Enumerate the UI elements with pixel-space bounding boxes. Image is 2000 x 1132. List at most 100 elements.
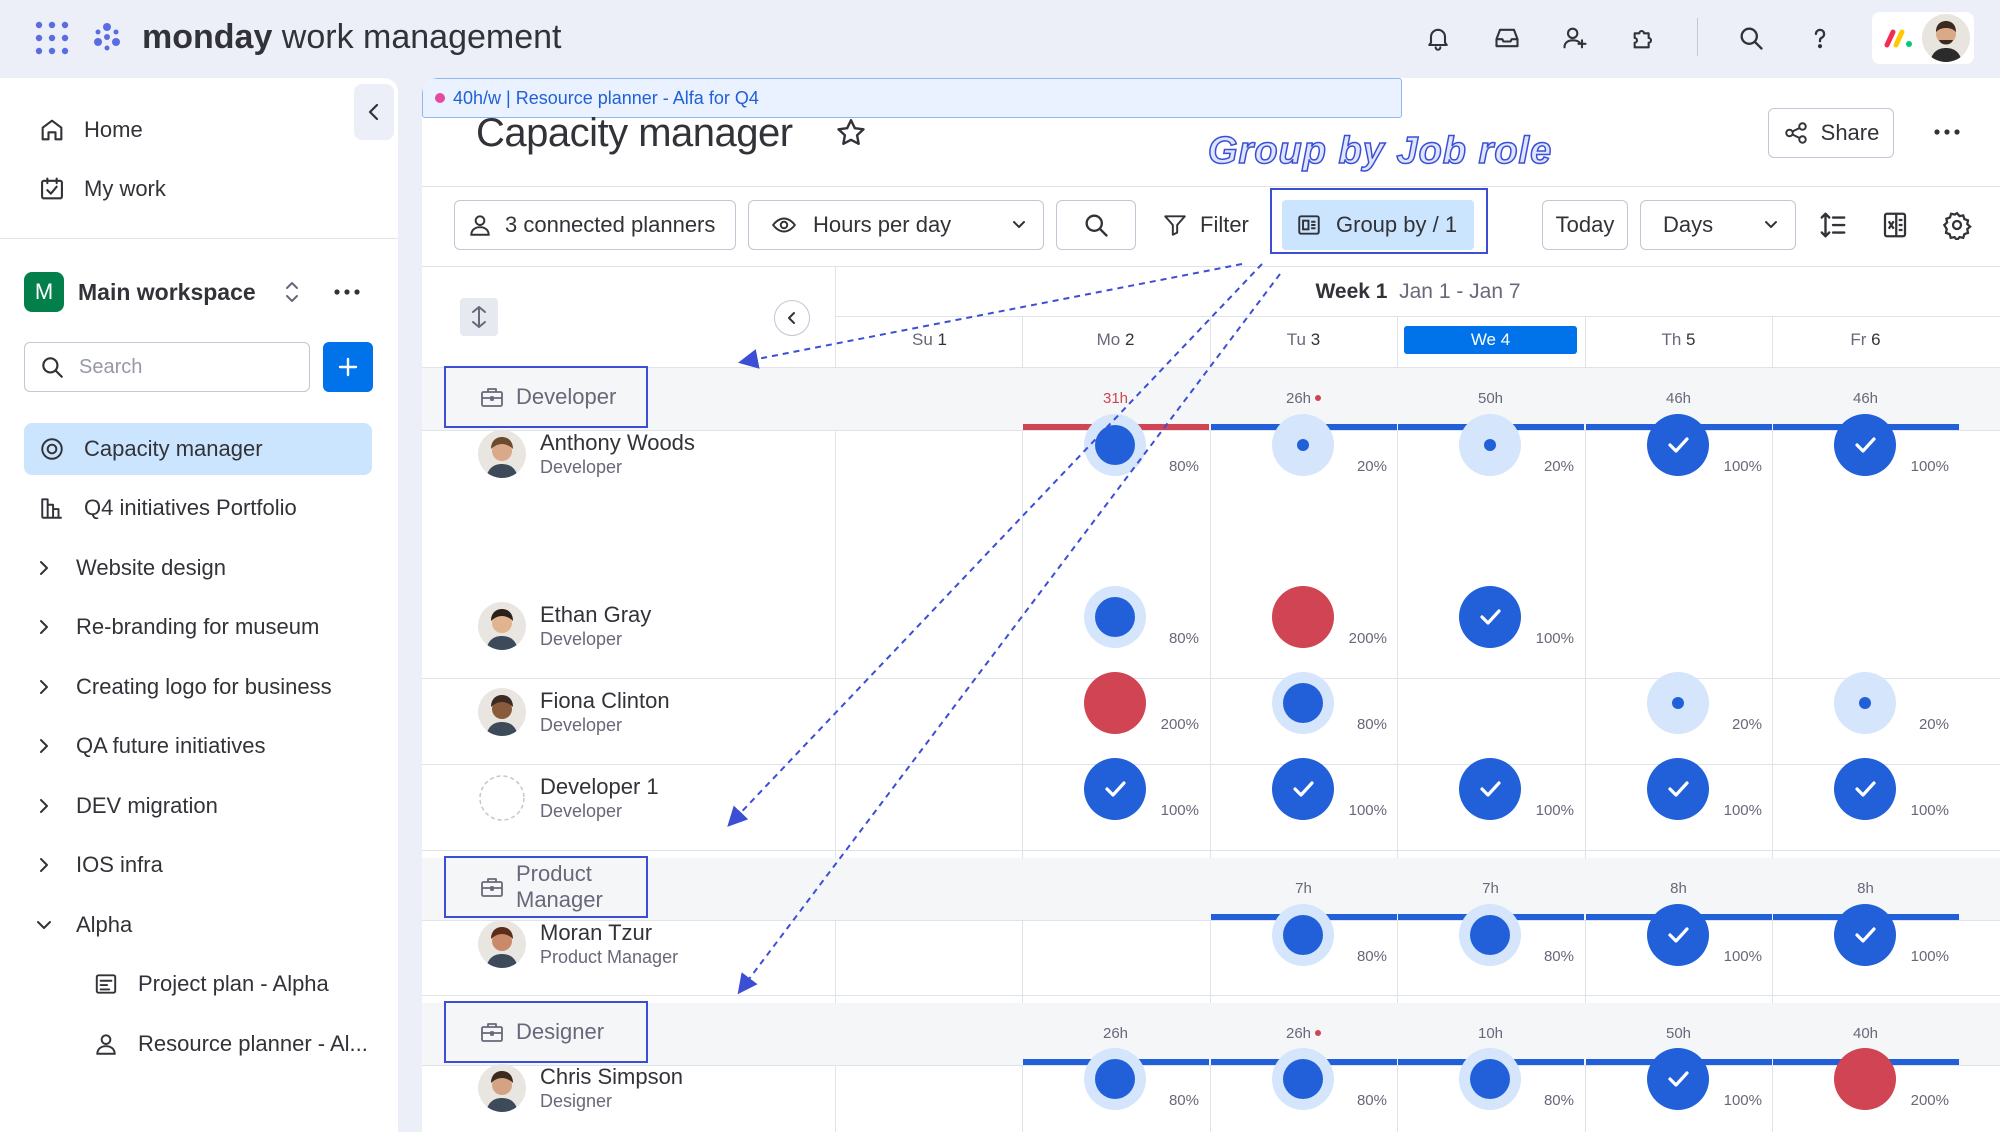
sidebar-item-project-plan-alpha[interactable]: Project plan - Alpha [78, 958, 372, 1010]
group-label-designer[interactable]: Designer [444, 1001, 648, 1063]
sidebar-item-qa-future[interactable]: QA future initiatives [24, 720, 372, 772]
capacity-cell[interactable]: 100% [1210, 750, 1397, 830]
share-button[interactable]: Share [1768, 108, 1894, 158]
row-height-icon[interactable] [1818, 210, 1848, 240]
capacity-cell[interactable]: 100% [1585, 750, 1772, 830]
sidebar-item-resource-planner[interactable]: Resource planner - Al... [78, 1018, 372, 1070]
person-role: Developer [540, 457, 623, 477]
capacity-cell[interactable]: 20% [1585, 664, 1772, 744]
capacity-cell[interactable]: 100% [1397, 578, 1584, 658]
capacity-cell[interactable]: 80% [1210, 896, 1397, 976]
capacity-cell[interactable]: 100% [1022, 750, 1209, 830]
today-button[interactable]: Today [1542, 200, 1628, 250]
capacity-cell[interactable]: 80% [1022, 406, 1209, 486]
help-icon[interactable] [1802, 20, 1838, 56]
account-menu[interactable] [1872, 12, 1974, 64]
person-role: Product Manager [540, 947, 679, 967]
sidebar-item-alpha[interactable]: Alpha [24, 899, 372, 951]
nav-my-work[interactable]: My work [24, 163, 372, 215]
capacity-percent: 20% [1731, 716, 1762, 733]
workspace-switch-icon[interactable] [280, 278, 304, 306]
capacity-cell[interactable]: 100% [1585, 406, 1772, 486]
collapse-panel-button[interactable] [774, 300, 810, 336]
person-developer-1[interactable]: Developer 1 Developer [478, 774, 659, 822]
sidebar-item-website-design[interactable]: Website design [24, 542, 372, 594]
more-icon[interactable] [1932, 124, 1962, 140]
person-anthony-woods[interactable]: Anthony Woods Developer [478, 430, 695, 478]
capacity-cell[interactable]: 200% [1210, 578, 1397, 658]
capacity-cell[interactable]: 20% [1210, 406, 1397, 486]
search-icon[interactable] [1733, 20, 1769, 56]
bell-icon[interactable] [1420, 20, 1456, 56]
capacity-cell[interactable]: 80% [1022, 578, 1209, 658]
workspace-name[interactable]: Main workspace [78, 274, 256, 310]
person-chris-simpson[interactable]: Chris Simpson Designer [478, 1064, 683, 1112]
capacity-cell[interactable]: 80% [1397, 1040, 1584, 1120]
sidebar-item-q4-portfolio[interactable]: Q4 initiatives Portfolio [24, 482, 372, 534]
apps-grid-icon[interactable] [34, 20, 70, 56]
inbox-icon[interactable] [1489, 20, 1525, 56]
day-label-mo: Mo 2 [1096, 330, 1135, 349]
person-moran-tzur[interactable]: Moran Tzur Product Manager [478, 920, 678, 968]
sidebar-item-re-branding[interactable]: Re-branding for museum [24, 601, 372, 653]
chevron-right-icon[interactable] [34, 677, 54, 697]
capacity-indicator [1084, 586, 1146, 648]
sidebar-item-capacity-manager[interactable]: Capacity manager [24, 423, 372, 475]
settings-icon[interactable] [1942, 210, 1972, 240]
sidebar-item-ios-infra[interactable]: IOS infra [24, 839, 372, 891]
capacity-cell[interactable]: 100% [1585, 1040, 1772, 1120]
person-ethan-gray[interactable]: Ethan Gray Developer [478, 602, 651, 650]
group-label-text: Product Manager [516, 861, 603, 912]
view-select[interactable]: Hours per day [748, 200, 1044, 250]
capacity-cell[interactable]: 100% [1772, 750, 1959, 830]
sidebar-item-creating-logo[interactable]: Creating logo for business [24, 661, 372, 713]
capacity-cell[interactable]: 100% [1772, 896, 1959, 976]
invite-user-icon[interactable] [1557, 20, 1593, 56]
capacity-cell[interactable]: 100% [1397, 750, 1584, 830]
capacity-percent: 100% [1910, 802, 1949, 819]
capacity-cell[interactable]: 80% [1210, 1040, 1397, 1120]
group-label-developer[interactable]: Developer [444, 366, 648, 428]
excel-icon[interactable] [1880, 210, 1910, 240]
overload-dot [1315, 1030, 1322, 1036]
capacity-cell[interactable]: 80% [1397, 896, 1584, 976]
puzzle-icon[interactable] [1626, 20, 1662, 56]
sidebar-search-input[interactable]: Search [24, 342, 310, 392]
person-fiona-clinton[interactable]: Fiona Clinton Developer [478, 688, 670, 736]
nav-home[interactable]: Home [24, 104, 372, 156]
capacity-indicator [1647, 1048, 1709, 1110]
capacity-hours: 7h [1295, 880, 1312, 897]
sidebar-item-dev-migration[interactable]: DEV migration [24, 780, 372, 832]
capacity-cell[interactable]: 20% [1397, 406, 1584, 486]
add-item-button[interactable] [323, 342, 373, 392]
capacity-cell[interactable]: 100% [1772, 406, 1959, 486]
chevron-right-icon[interactable] [34, 736, 54, 756]
chevron-right-icon[interactable] [34, 617, 54, 637]
capacity-cell[interactable]: 80% [1022, 1040, 1209, 1120]
capacity-cell[interactable]: 200% [1772, 1040, 1959, 1120]
filter-button[interactable]: Filter [1162, 200, 1249, 250]
chevron-right-icon[interactable] [34, 796, 54, 816]
more-icon[interactable] [332, 284, 362, 300]
capacity-indicator [1834, 672, 1896, 734]
group-label-product-manager[interactable]: Product Manager [444, 856, 648, 918]
chevron-right-icon[interactable] [34, 855, 54, 875]
chevron-down-icon[interactable] [34, 915, 54, 935]
capacity-percent: 80% [1168, 1092, 1199, 1109]
star-icon[interactable] [834, 116, 870, 152]
avatar[interactable] [1922, 14, 1970, 62]
capacity-cell[interactable]: 80% [1210, 664, 1397, 744]
capacity-percent: 100% [1723, 802, 1762, 819]
capacity-cell[interactable]: 200% [1022, 664, 1209, 744]
group-by-button[interactable]: Group by / 1 [1282, 200, 1474, 250]
chevron-right-icon[interactable] [34, 558, 54, 578]
capacity-cell[interactable]: 100% [1585, 896, 1772, 976]
sort-button[interactable] [460, 298, 498, 336]
sidebar-item-label: Re-branding for museum [76, 614, 320, 639]
capacity-cell[interactable]: 20% [1772, 664, 1959, 744]
page-title: Capacity manager [476, 111, 793, 155]
connected-planners-button[interactable]: 3 connected planners [454, 200, 736, 250]
scale-select[interactable]: Days [1640, 200, 1796, 250]
search-button[interactable] [1056, 200, 1136, 250]
week-divider [836, 316, 2000, 317]
